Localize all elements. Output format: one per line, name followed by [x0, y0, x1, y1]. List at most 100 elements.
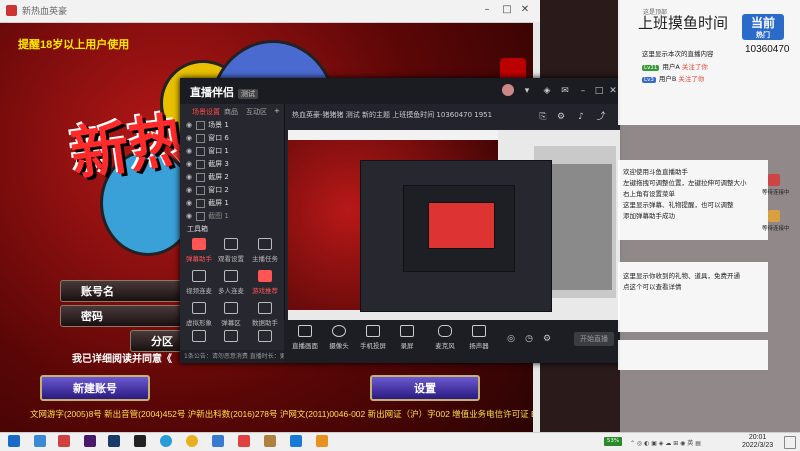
record-icon[interactable]: ◎: [506, 334, 516, 344]
phone-cast-button[interactable]: 手机投屏: [358, 325, 388, 350]
minimize-icon[interactable]: –: [578, 86, 588, 96]
chevron-down-icon[interactable]: ▾: [522, 86, 532, 96]
lock-icon[interactable]: [196, 185, 206, 195]
screen-source-button[interactable]: 直播画面: [290, 325, 320, 350]
control-label: 直播画面: [292, 342, 318, 350]
tool-video-link[interactable]: 视频连麦: [184, 270, 214, 298]
app-icon[interactable]: [58, 435, 70, 447]
fire-icon: [224, 330, 238, 342]
scene-item[interactable]: ◉ 窗口 1: [186, 146, 282, 157]
scene-item[interactable]: ◉ 场景 1: [186, 120, 282, 131]
share-icon[interactable]: ⤴: [596, 112, 606, 122]
pause-icon[interactable]: ◷: [524, 334, 534, 344]
tool-label: 多人连麦: [218, 287, 244, 295]
scene-label: 窗口 1: [208, 147, 229, 155]
premiere-icon[interactable]: [84, 435, 96, 447]
bell-icon[interactable]: ♪: [576, 112, 586, 122]
clock[interactable]: 20:01 2022/3/23: [742, 434, 773, 450]
maximize-icon[interactable]: □: [594, 86, 604, 96]
app-icon[interactable]: [212, 435, 224, 447]
lock-icon[interactable]: [196, 172, 206, 182]
start-live-button[interactable]: 开始直播: [574, 332, 614, 346]
tool-more[interactable]: [250, 330, 280, 348]
clock-icon: [192, 330, 206, 342]
lock-icon[interactable]: [196, 120, 206, 130]
settings-icon[interactable]: ⚙: [542, 334, 552, 344]
scene-item[interactable]: ◉ 截屏 1: [186, 198, 282, 209]
eye-icon[interactable]: ◉: [186, 121, 192, 129]
app-icon[interactable]: [316, 435, 328, 447]
add-scene-icon[interactable]: +: [274, 107, 280, 115]
task-icon: [258, 238, 272, 250]
eye-icon[interactable]: ◉: [186, 173, 192, 181]
close-icon[interactable]: ✕: [518, 3, 532, 17]
tab-products[interactable]: 商品: [224, 107, 238, 117]
eye-icon[interactable]: ◉: [186, 134, 192, 142]
tool-time[interactable]: [184, 330, 214, 348]
microphone-button[interactable]: 麦克风: [430, 325, 460, 350]
scene-item[interactable]: ◉ 截图 1: [186, 211, 282, 222]
system-tray[interactable]: ⌃ ◎ ◐ ▣ ◈ ☁ ⊞ ◉ 英 ▤: [630, 438, 701, 447]
tool-label: 数据助手: [252, 319, 278, 327]
lock-icon[interactable]: [196, 159, 206, 169]
lock-icon[interactable]: [196, 146, 206, 156]
scene-item[interactable]: ◉ 截屏 3: [186, 159, 282, 170]
lock-icon[interactable]: [196, 133, 206, 143]
mail-icon[interactable]: ✉: [560, 86, 570, 96]
user-icon: [224, 238, 238, 250]
camera-button[interactable]: 摄像头: [324, 325, 354, 350]
battery-badge[interactable]: 53%: [604, 437, 622, 446]
stream-preview[interactable]: [288, 130, 620, 320]
agree-checkbox[interactable]: 我已详细阅读并同意《: [72, 350, 172, 365]
eye-icon[interactable]: ◉: [186, 147, 192, 155]
lock-icon[interactable]: [196, 211, 206, 221]
eye-icon[interactable]: ◉: [186, 199, 192, 207]
password-field[interactable]: 密码: [60, 305, 190, 327]
app-icon[interactable]: [238, 435, 250, 447]
share-icon[interactable]: ⎘: [538, 112, 548, 122]
tool-danmaku-area[interactable]: 弹幕区: [216, 302, 246, 330]
close-icon[interactable]: ✕: [608, 86, 618, 96]
app-icon[interactable]: [290, 435, 302, 447]
scene-item[interactable]: ◉ 窗口 6: [186, 133, 282, 144]
maximize-icon[interactable]: □: [500, 3, 514, 17]
scene-item[interactable]: ◉ 截屏 2: [186, 172, 282, 183]
start-icon[interactable]: [8, 435, 20, 447]
server-label: 分区: [151, 335, 173, 348]
eye-icon[interactable]: ◉: [186, 160, 192, 168]
new-account-button[interactable]: 新建账号: [40, 375, 150, 401]
account-name-field[interactable]: 账号名: [60, 280, 190, 302]
tool-viewers[interactable]: 观看设置: [216, 238, 246, 266]
chrome-icon[interactable]: [186, 435, 198, 447]
gift-icon[interactable]: ◈: [542, 86, 552, 96]
settings-button[interactable]: 设置: [370, 375, 480, 401]
avatar[interactable]: [502, 84, 514, 96]
minimize-icon[interactable]: –: [480, 3, 494, 17]
settings-icon[interactable]: ⚙: [556, 112, 566, 122]
game-icon[interactable]: [264, 435, 276, 447]
scene-item[interactable]: ◉ 窗口 2: [186, 185, 282, 196]
tool-danmaku[interactable]: 弹幕助手: [184, 238, 214, 266]
speaker-button[interactable]: 扬声器: [464, 325, 494, 350]
record-button[interactable]: 录屏: [392, 325, 422, 350]
tab-interaction[interactable]: 互动区: [246, 107, 267, 117]
lock-icon[interactable]: [196, 198, 206, 208]
preview-titlebar: [288, 130, 498, 140]
photoshop-icon[interactable]: [108, 435, 120, 447]
monitor-icon: [298, 325, 312, 337]
tab-scenes[interactable]: 场景设置: [192, 107, 220, 117]
qq-icon[interactable]: [134, 435, 146, 447]
eye-icon[interactable]: ◉: [186, 212, 192, 220]
edge-icon[interactable]: [160, 435, 172, 447]
tool-avatar[interactable]: 虚拟形象: [184, 302, 214, 330]
app-icon[interactable]: [34, 435, 46, 447]
notification-icon[interactable]: [784, 436, 796, 449]
tool-data[interactable]: 数据助手: [250, 302, 280, 330]
license-footer: 文网游字(2005)8号 新出音管(2004)452号 沪新出科数(2016)2…: [30, 409, 540, 419]
tool-events[interactable]: [216, 330, 246, 348]
tool-multi-link[interactable]: 多人连麦: [216, 270, 246, 298]
tool-tasks[interactable]: 主播任务: [250, 238, 280, 266]
level-badge: Lv11: [642, 65, 660, 71]
tool-game[interactable]: 游戏推荐: [250, 270, 280, 298]
eye-icon[interactable]: ◉: [186, 186, 192, 194]
